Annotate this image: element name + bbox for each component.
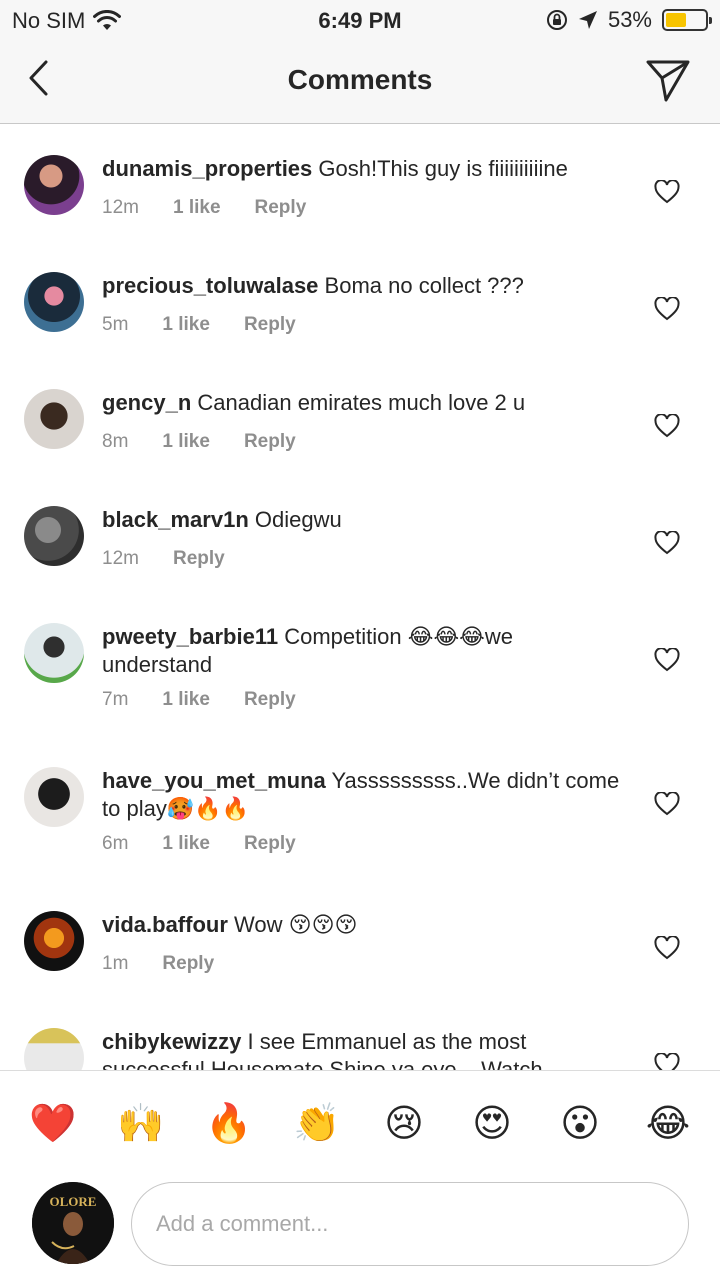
heart-eyes-emoji-button[interactable]: 😍 <box>469 1101 515 1147</box>
comment-text: precious_toluwalase Boma no collect ??? <box>102 272 622 300</box>
comment-username[interactable]: chibykewizzy <box>102 1029 241 1054</box>
heart-icon[interactable] <box>654 414 680 438</box>
reply-button[interactable]: Reply <box>244 689 296 711</box>
location-arrow-icon <box>578 11 597 29</box>
surprised-face-emoji-button[interactable]: 😮 <box>557 1101 603 1147</box>
comment-composer: OLORE <box>0 1174 720 1280</box>
my-avatar[interactable]: OLORE <box>32 1182 114 1264</box>
heart-icon[interactable] <box>654 180 680 204</box>
comment-username[interactable]: precious_toluwalase <box>102 273 318 298</box>
comment-meta: 7m 1 like Reply <box>102 689 296 711</box>
avatar[interactable] <box>24 272 84 332</box>
heart-icon[interactable] <box>654 1053 680 1070</box>
comment-body: Boma no collect ??? <box>324 273 524 298</box>
comment-meta: 5m 1 like Reply <box>102 314 296 336</box>
avatar[interactable] <box>24 911 84 971</box>
comment-meta: 6m 1 like Reply <box>102 833 296 855</box>
reply-button[interactable]: Reply <box>244 431 296 453</box>
comment-likes[interactable]: 1 like <box>162 314 210 336</box>
battery-icon <box>662 9 712 31</box>
reply-button[interactable]: Reply <box>244 314 296 336</box>
status-bar: No SIM 6:49 PM 53% <box>0 0 720 40</box>
header: Comments <box>0 40 720 124</box>
avatar[interactable] <box>24 155 84 215</box>
status-right: 53% <box>546 7 712 33</box>
comment-text: vida.baffour Wow 😚😚😚 <box>102 911 622 939</box>
comment-username[interactable]: pweety_barbie11 <box>102 624 278 649</box>
comment-meta: 12m Reply <box>102 548 225 570</box>
comment-input[interactable] <box>131 1182 689 1266</box>
comment-body: Wow 😚😚😚 <box>234 912 358 937</box>
tears-of-joy-emoji-button[interactable]: 😂 <box>645 1101 691 1147</box>
red-heart-emoji-button[interactable]: ❤️ <box>29 1101 76 1147</box>
comment-username[interactable]: black_marv1n <box>102 507 249 532</box>
comment-username[interactable]: dunamis_properties <box>102 156 312 181</box>
reply-button[interactable]: Reply <box>244 833 296 855</box>
comment-username[interactable]: gency_n <box>102 390 191 415</box>
comment-time: 1m <box>102 953 129 974</box>
avatar[interactable] <box>24 767 84 827</box>
avatar-logo-text: OLORE <box>50 1194 97 1209</box>
reply-button[interactable]: Reply <box>173 548 225 570</box>
comment-time: 12m <box>102 548 139 569</box>
comment-meta: 12m 1 like Reply <box>102 197 306 219</box>
fire-emoji-button[interactable]: 🔥 <box>205 1101 252 1147</box>
page-title: Comments <box>287 64 433 95</box>
comment-username[interactable]: have_you_met_muna <box>102 768 326 793</box>
heart-icon[interactable] <box>654 297 680 321</box>
avatar[interactable] <box>24 506 84 566</box>
comment-text: gency_n Canadian emirates much love 2 u <box>102 389 622 417</box>
avatar[interactable] <box>24 1028 84 1070</box>
heart-icon[interactable] <box>654 648 680 672</box>
comment-text: have_you_met_muna Yasssssssss..We didn’t… <box>102 767 622 823</box>
comment-time: 6m <box>102 833 129 854</box>
crying-face-emoji-button[interactable]: 😢 <box>381 1101 427 1147</box>
comment-time: 5m <box>102 314 129 335</box>
battery-percent: 53% <box>607 7 652 32</box>
comment-time: 12m <box>102 197 139 218</box>
battery-fill <box>666 13 687 27</box>
comment-text: chibykewizzy I see Emmanuel as the most … <box>102 1028 622 1070</box>
paper-plane-icon[interactable] <box>644 56 692 104</box>
comment-text: black_marv1n Odiegwu <box>102 506 622 534</box>
comment-likes[interactable]: 1 like <box>173 197 221 219</box>
comment-text: pweety_barbie11 Competition 😂😂😂we unders… <box>102 623 622 679</box>
comment-body: Canadian emirates much love 2 u <box>197 390 526 415</box>
comment-likes[interactable]: 1 like <box>162 431 210 453</box>
comment-text: dunamis_properties Gosh!This guy is fiii… <box>102 155 622 183</box>
comment-time: 7m <box>102 689 129 710</box>
raised-hands-emoji-button[interactable]: 🙌 <box>117 1101 164 1147</box>
comment-time: 8m <box>102 431 129 452</box>
comment-list[interactable]: dunamis_properties Gosh!This guy is fiii… <box>0 125 720 1070</box>
reply-button[interactable]: Reply <box>162 953 214 975</box>
reply-button[interactable]: Reply <box>255 197 307 219</box>
comment-meta: 8m 1 like Reply <box>102 431 296 453</box>
comment-likes[interactable]: 1 like <box>162 689 210 711</box>
reaction-bar: ❤️ 🙌 🔥 👏 😢 😍 😮 😂 <box>0 1070 720 1174</box>
avatar[interactable] <box>24 623 84 683</box>
my-avatar-image: OLORE <box>32 1182 114 1264</box>
comment-likes[interactable]: 1 like <box>162 833 210 855</box>
orientation-lock-icon <box>546 10 567 30</box>
heart-icon[interactable] <box>654 531 680 555</box>
comment-body: Gosh!This guy is fiiiiiiiiiine <box>318 156 568 181</box>
comment-meta: 1m Reply <box>102 953 214 975</box>
clapping-hands-emoji-button[interactable]: 👏 <box>293 1101 340 1147</box>
heart-icon[interactable] <box>654 936 680 960</box>
heart-icon[interactable] <box>654 792 680 816</box>
comment-body: Odiegwu <box>254 507 342 532</box>
comment-username[interactable]: vida.baffour <box>102 912 228 937</box>
avatar[interactable] <box>24 389 84 449</box>
